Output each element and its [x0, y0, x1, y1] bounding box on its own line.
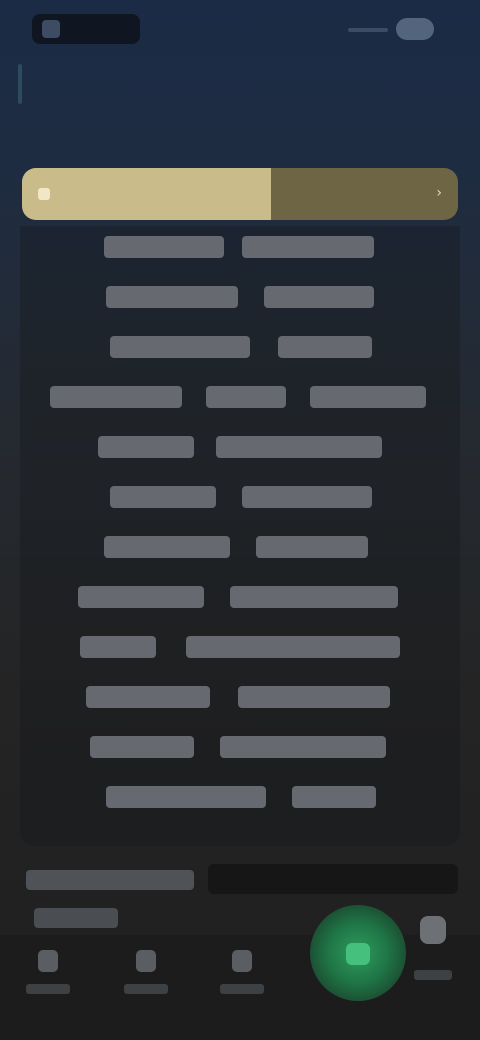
list-item-name [50, 386, 182, 408]
nav-label [124, 984, 168, 994]
list-item-value [206, 386, 286, 408]
list-item[interactable] [20, 780, 460, 812]
list-item-value [278, 336, 372, 358]
app-logo [32, 14, 140, 44]
plus-icon [346, 943, 370, 965]
list-item[interactable] [20, 730, 460, 762]
list-item-name [106, 786, 266, 808]
page-title [80, 76, 400, 104]
list-item-value [264, 286, 374, 308]
nav-label [220, 984, 264, 994]
chevron-right-icon: › [436, 185, 442, 201]
list-item-name [110, 336, 250, 358]
nav-item-list[interactable] [116, 940, 176, 1010]
list-panel [20, 226, 460, 846]
profile-icon [420, 916, 446, 944]
list-item-value [256, 536, 368, 558]
list-item[interactable] [20, 580, 460, 612]
list-item[interactable] [20, 380, 460, 412]
selector-bar[interactable]: › [22, 168, 458, 220]
summary-title [26, 870, 194, 890]
summary-banner [208, 864, 458, 894]
list-item[interactable] [20, 630, 460, 662]
list-item-value [292, 786, 376, 808]
list-item-extra [310, 386, 426, 408]
list-item-value [186, 636, 400, 658]
nav-label [26, 984, 70, 994]
list-item-name [98, 436, 194, 458]
list-item[interactable] [20, 480, 460, 512]
list-item-value [242, 486, 372, 508]
list-item-name [86, 686, 210, 708]
selector-progress [22, 168, 271, 220]
list-item-value [238, 686, 390, 708]
back-icon[interactable] [18, 64, 22, 104]
list-item-name [90, 736, 194, 758]
list-item-value [230, 586, 398, 608]
list-item[interactable] [20, 680, 460, 712]
nav-label [414, 970, 452, 980]
status-bar [0, 0, 480, 56]
list-item[interactable] [20, 230, 460, 262]
check-icon [38, 188, 50, 200]
battery-icon [396, 18, 434, 40]
nav-item-home[interactable] [18, 940, 78, 1010]
list-item-name [78, 586, 204, 608]
list-item-name [106, 286, 238, 308]
list-item[interactable] [20, 280, 460, 312]
nav-action-button[interactable] [310, 905, 406, 1001]
list-item-name [110, 486, 216, 508]
nav-item-profile[interactable] [408, 910, 456, 990]
list-item-name [104, 536, 230, 558]
list-item-value [220, 736, 386, 758]
status-indicator [348, 28, 388, 32]
list-item[interactable] [20, 430, 460, 462]
list-icon [136, 950, 156, 972]
list-item-value [242, 236, 374, 258]
nav-item-documents[interactable] [212, 940, 272, 1010]
list-item-name [104, 236, 224, 258]
summary-subtitle [34, 908, 118, 928]
list-item-value [216, 436, 382, 458]
document-icon [232, 950, 252, 972]
logo-icon [42, 20, 60, 38]
list-item-name [80, 636, 156, 658]
list-item[interactable] [20, 330, 460, 362]
list-item[interactable] [20, 530, 460, 562]
home-icon [38, 950, 58, 972]
